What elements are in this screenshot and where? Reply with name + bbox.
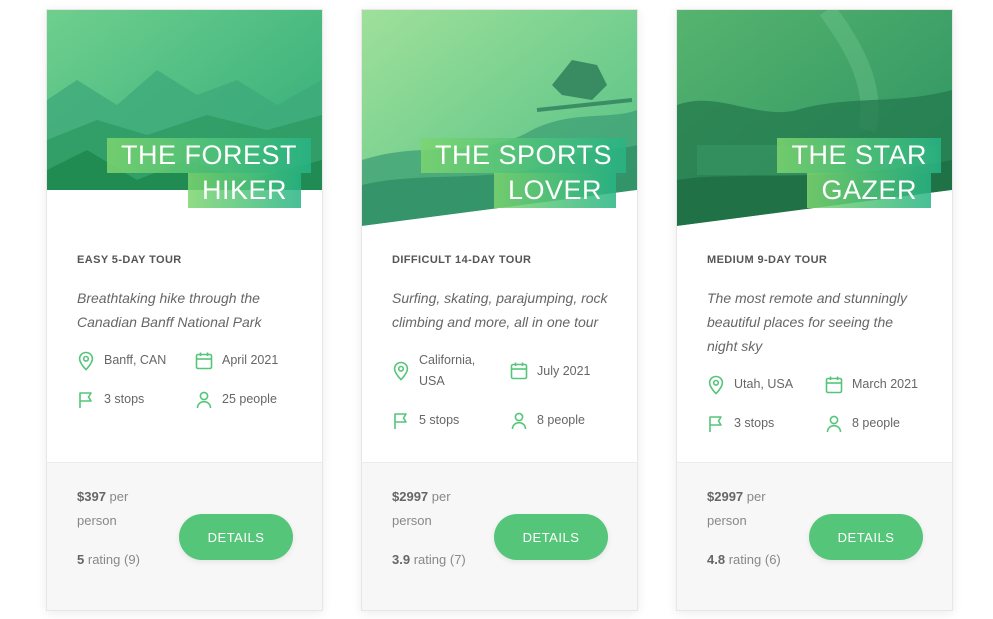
tour-stops-text: 3 stops [104,392,145,406]
tour-stops: 3 stops [707,413,825,434]
tour-location: Utah, USA [707,374,825,395]
tour-card-sports-lover: The Sports Lover Difficult 14-day tour S… [361,9,638,611]
details-button[interactable]: Details [494,514,608,560]
rating-word: rating [413,552,447,567]
card-title-line1: The Forest [106,138,311,173]
tour-stops: 3 stops [77,389,195,410]
map-pin-icon [393,361,409,381]
flag-icon [79,391,92,408]
tour-rating: 5 rating (9) [77,552,140,567]
tour-difficulty-label: Difficult 14-day tour [392,254,532,266]
tour-date: March 2021 [825,374,927,395]
card-hero-image: The Star Gazer [677,10,952,226]
tour-date-text: April 2021 [222,353,279,367]
details-button[interactable]: Details [179,514,293,560]
map-pin-icon [78,351,94,371]
tour-people-text: 8 people [537,413,585,427]
card-footer: $2997 per person 4.8 rating (6) Details [677,462,952,610]
card-title: The Star Gazer [777,138,941,208]
tour-rating: 4.8 rating (6) [707,552,781,567]
tour-people: 25 people [195,389,297,410]
card-title-line2: Hiker [187,173,301,208]
price-amount: $2997 [392,489,429,504]
card-title-line1: The Star [777,138,941,173]
rating-count: (7) [449,552,466,567]
tour-rating: 3.9 rating (7) [392,552,466,567]
tour-date-text: March 2021 [852,377,919,391]
rating-value: 3.9 [392,552,411,567]
tour-difficulty-label: Easy 5-day tour [77,254,182,266]
user-icon [826,415,842,432]
card-footer: $397 per person 5 rating (9) Details [47,462,322,610]
user-icon [196,391,212,408]
tour-details: California, USA July 2021 5 stops 8 peop… [392,350,612,431]
card-hero-image: The Forest Hiker [47,10,322,226]
card-title-line2: Gazer [807,173,931,208]
flag-icon [394,412,407,429]
price-amount: $2997 [707,489,744,504]
flag-icon [709,415,722,432]
tour-description: The most remote and stunningly beautiful… [707,290,907,354]
tour-location-text: Banff, CAN [104,353,167,367]
tour-people-text: 25 people [222,392,277,406]
tour-card-star-gazer: The Star Gazer Medium 9-day tour The mos… [676,9,953,611]
card-body: Difficult 14-day tour Surfing, skating, … [392,254,612,431]
tour-location-text: California, USA [419,353,476,388]
rating-value: 5 [77,552,85,567]
card-footer: $2997 per person 3.9 rating (7) Details [362,462,637,610]
card-hero-image: The Sports Lover [362,10,637,226]
card-title-line2: Lover [493,173,616,208]
rating-count: (9) [124,552,140,567]
tour-people-text: 8 people [852,416,900,430]
tour-card-forest-hiker: The Forest Hiker Easy 5-day tour Breatht… [46,9,323,611]
tour-details: Utah, USA March 2021 3 stops 8 people [707,374,927,434]
card-title-line1: The Sports [420,138,626,173]
tour-stops: 5 stops [392,410,510,431]
tour-stops-text: 5 stops [419,413,460,427]
price-amount: $397 [77,489,106,504]
tour-price: $397 per person [77,485,157,533]
card-body: Medium 9-day tour The most remote and st… [707,254,927,434]
calendar-icon [510,362,528,380]
details-button[interactable]: Details [809,514,923,560]
tour-difficulty-label: Medium 9-day tour [707,254,828,266]
tour-date: July 2021 [510,350,612,392]
tour-people: 8 people [510,410,612,431]
tour-price: $2997 per person [707,485,787,533]
tour-price: $2997 per person [392,485,472,533]
tour-description: Surfing, skating, parajumping, rock clim… [392,290,608,330]
calendar-icon [195,352,213,369]
calendar-icon [825,376,843,393]
tour-people: 8 people [825,413,927,434]
tour-description: Breathtaking hike through the Canadian B… [77,290,262,330]
rating-word: rating [728,552,762,567]
tour-location-text: Utah, USA [734,377,794,391]
tour-location: Banff, CAN [77,350,195,371]
tour-location: California, USA [392,350,510,392]
rating-count: (6) [764,552,781,567]
rating-value: 4.8 [707,552,726,567]
card-body: Easy 5-day tour Breathtaking hike throug… [77,254,297,410]
map-pin-icon [708,375,724,395]
user-icon [511,412,527,429]
tour-date: April 2021 [195,350,297,371]
card-title: The Sports Lover [420,138,626,208]
tour-date-text: July 2021 [537,363,591,378]
card-title: The Forest Hiker [106,138,311,208]
rating-word: rating [87,552,121,567]
tour-details: Banff, CAN April 2021 3 stops 25 people [77,350,297,410]
tour-stops-text: 3 stops [734,416,775,430]
